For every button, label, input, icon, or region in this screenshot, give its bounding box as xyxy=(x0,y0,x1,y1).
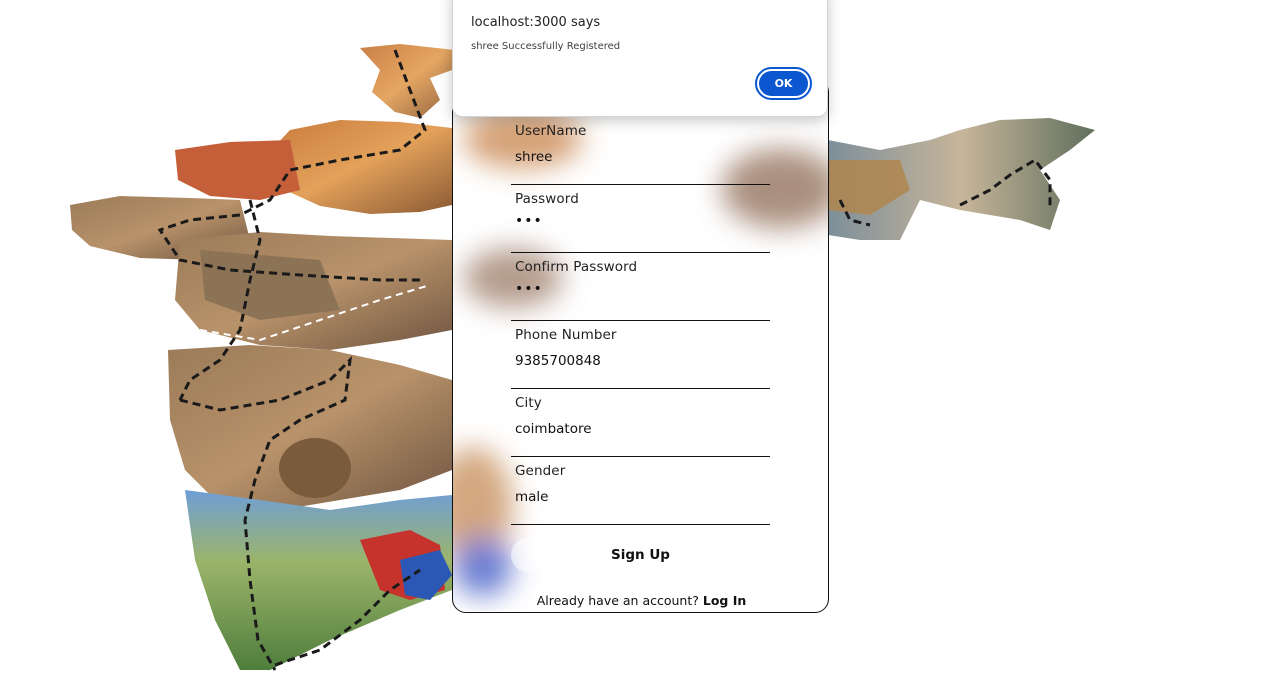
ok-button[interactable]: OK xyxy=(755,67,812,100)
phone-number-label: Phone Number xyxy=(515,327,617,343)
sign-up-button[interactable]: Sign Up xyxy=(511,538,770,572)
signup-form: UserName shree Password ••• Confirm Pass… xyxy=(453,79,828,612)
password-input[interactable]: ••• xyxy=(515,213,765,229)
password-field[interactable]: Password ••• xyxy=(511,191,770,253)
dialog-title: localhost:3000 says xyxy=(471,15,601,30)
username-input[interactable]: shree xyxy=(515,149,765,165)
gender-label: Gender xyxy=(515,463,566,479)
password-label: Password xyxy=(515,191,579,207)
page: UserName shree Password ••• Confirm Pass… xyxy=(0,0,1280,680)
username-field[interactable]: UserName shree xyxy=(511,123,770,185)
confirm-password-input[interactable]: ••• xyxy=(515,281,765,297)
gender-input[interactable]: male xyxy=(515,489,765,505)
alert-dialog: localhost:3000 says shree Successfully R… xyxy=(452,0,828,117)
confirm-password-label: Confirm Password xyxy=(515,259,638,275)
login-prompt: Already have an account? Log In xyxy=(453,593,828,608)
phone-number-field[interactable]: Phone Number 9385700848 xyxy=(511,327,770,389)
signup-form-card: UserName shree Password ••• Confirm Pass… xyxy=(452,78,829,613)
dialog-message: shree Successfully Registered xyxy=(471,41,621,52)
log-in-link[interactable]: Log In xyxy=(703,593,746,608)
login-prompt-text: Already have an account? xyxy=(536,593,699,608)
city-field[interactable]: City coimbatore xyxy=(511,395,770,457)
username-label: UserName xyxy=(515,123,587,139)
city-input[interactable]: coimbatore xyxy=(515,421,765,437)
city-label: City xyxy=(515,395,542,411)
phone-number-input[interactable]: 9385700848 xyxy=(515,353,765,369)
gender-field[interactable]: Gender male xyxy=(511,463,770,525)
confirm-password-field[interactable]: Confirm Password ••• xyxy=(511,259,770,321)
